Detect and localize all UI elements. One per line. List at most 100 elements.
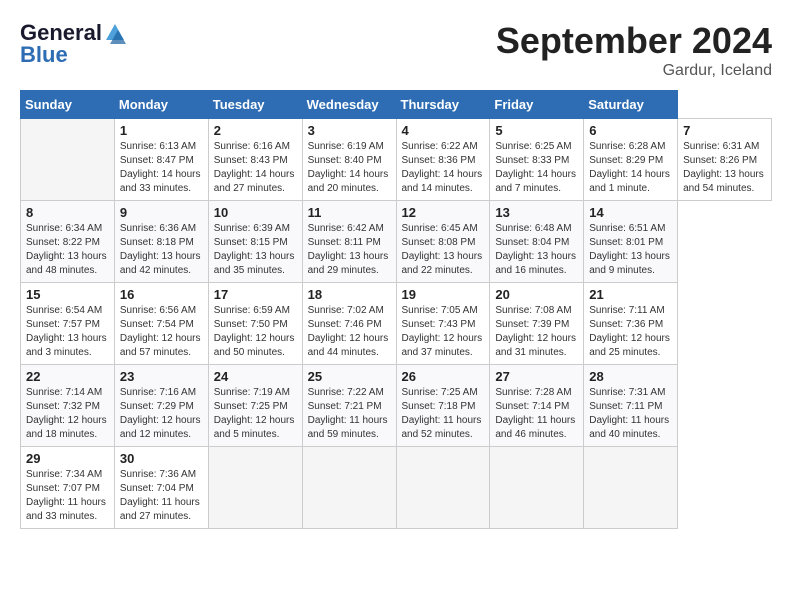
calendar-cell: 28 Sunrise: 7:31 AMSunset: 7:11 PMDaylig… [584,365,678,447]
day-info: Sunrise: 6:16 AMSunset: 8:43 PMDaylight:… [214,141,295,194]
calendar-cell: 11 Sunrise: 6:42 AMSunset: 8:11 PMDaylig… [302,201,396,283]
calendar-cell: 21 Sunrise: 7:11 AMSunset: 7:36 PMDaylig… [584,283,678,365]
day-number: 13 [495,205,578,220]
day-info: Sunrise: 7:05 AMSunset: 7:43 PMDaylight:… [402,305,483,358]
calendar-cell: 26 Sunrise: 7:25 AMSunset: 7:18 PMDaylig… [396,365,490,447]
day-info: Sunrise: 7:08 AMSunset: 7:39 PMDaylight:… [495,305,576,358]
calendar-cell: 8 Sunrise: 6:34 AMSunset: 8:22 PMDayligh… [21,201,115,283]
day-number: 17 [214,287,297,302]
calendar-cell [302,447,396,529]
day-number: 9 [120,205,203,220]
calendar-cell: 12 Sunrise: 6:45 AMSunset: 8:08 PMDaylig… [396,201,490,283]
calendar-cell: 2 Sunrise: 6:16 AMSunset: 8:43 PMDayligh… [208,119,302,201]
day-info: Sunrise: 6:34 AMSunset: 8:22 PMDaylight:… [26,223,107,276]
calendar-cell: 22 Sunrise: 7:14 AMSunset: 7:32 PMDaylig… [21,365,115,447]
day-number: 25 [308,369,391,384]
calendar-cell: 10 Sunrise: 6:39 AMSunset: 8:15 PMDaylig… [208,201,302,283]
calendar-cell: 23 Sunrise: 7:16 AMSunset: 7:29 PMDaylig… [114,365,208,447]
calendar-cell [21,119,115,201]
calendar-cell: 1 Sunrise: 6:13 AMSunset: 8:47 PMDayligh… [114,119,208,201]
day-info: Sunrise: 7:19 AMSunset: 7:25 PMDaylight:… [214,387,295,440]
day-number: 10 [214,205,297,220]
day-number: 21 [589,287,672,302]
day-info: Sunrise: 6:56 AMSunset: 7:54 PMDaylight:… [120,305,201,358]
day-info: Sunrise: 6:59 AMSunset: 7:50 PMDaylight:… [214,305,295,358]
day-info: Sunrise: 7:11 AMSunset: 7:36 PMDaylight:… [589,305,670,358]
day-info: Sunrise: 6:42 AMSunset: 8:11 PMDaylight:… [308,223,389,276]
day-number: 19 [402,287,485,302]
day-number: 11 [308,205,391,220]
day-number: 2 [214,123,297,138]
calendar-week-1: 1 Sunrise: 6:13 AMSunset: 8:47 PMDayligh… [21,119,772,201]
day-info: Sunrise: 6:28 AMSunset: 8:29 PMDaylight:… [589,141,670,194]
col-header-sunday: Sunday [21,91,115,119]
calendar-cell: 4 Sunrise: 6:22 AMSunset: 8:36 PMDayligh… [396,119,490,201]
location: Gardur, Iceland [496,62,772,80]
calendar-cell [490,447,584,529]
col-header-wednesday: Wednesday [302,91,396,119]
day-number: 6 [589,123,672,138]
col-header-thursday: Thursday [396,91,490,119]
day-number: 4 [402,123,485,138]
calendar-week-2: 8 Sunrise: 6:34 AMSunset: 8:22 PMDayligh… [21,201,772,283]
calendar-cell: 5 Sunrise: 6:25 AMSunset: 8:33 PMDayligh… [490,119,584,201]
calendar-cell: 25 Sunrise: 7:22 AMSunset: 7:21 PMDaylig… [302,365,396,447]
col-header-friday: Friday [490,91,584,119]
day-info: Sunrise: 6:25 AMSunset: 8:33 PMDaylight:… [495,141,576,194]
calendar-cell: 13 Sunrise: 6:48 AMSunset: 8:04 PMDaylig… [490,201,584,283]
calendar-cell: 14 Sunrise: 6:51 AMSunset: 8:01 PMDaylig… [584,201,678,283]
day-info: Sunrise: 6:39 AMSunset: 8:15 PMDaylight:… [214,223,295,276]
day-info: Sunrise: 6:54 AMSunset: 7:57 PMDaylight:… [26,305,107,358]
title-block: September 2024 Gardur, Iceland [496,20,772,80]
calendar-cell: 3 Sunrise: 6:19 AMSunset: 8:40 PMDayligh… [302,119,396,201]
month-title: September 2024 [496,20,772,62]
calendar-week-5: 29 Sunrise: 7:34 AMSunset: 7:07 PMDaylig… [21,447,772,529]
calendar-cell: 29 Sunrise: 7:34 AMSunset: 7:07 PMDaylig… [21,447,115,529]
page-header: General Blue September 2024 Gardur, Icel… [20,20,772,80]
day-number: 7 [683,123,766,138]
day-info: Sunrise: 7:16 AMSunset: 7:29 PMDaylight:… [120,387,201,440]
day-info: Sunrise: 6:13 AMSunset: 8:47 PMDaylight:… [120,141,201,194]
calendar-cell: 15 Sunrise: 6:54 AMSunset: 7:57 PMDaylig… [21,283,115,365]
day-number: 20 [495,287,578,302]
calendar-cell: 27 Sunrise: 7:28 AMSunset: 7:14 PMDaylig… [490,365,584,447]
calendar-cell [584,447,678,529]
day-info: Sunrise: 6:36 AMSunset: 8:18 PMDaylight:… [120,223,201,276]
calendar-cell [396,447,490,529]
day-info: Sunrise: 7:02 AMSunset: 7:46 PMDaylight:… [308,305,389,358]
day-number: 24 [214,369,297,384]
col-header-monday: Monday [114,91,208,119]
day-number: 3 [308,123,391,138]
calendar-week-4: 22 Sunrise: 7:14 AMSunset: 7:32 PMDaylig… [21,365,772,447]
calendar-cell: 19 Sunrise: 7:05 AMSunset: 7:43 PMDaylig… [396,283,490,365]
day-number: 29 [26,451,109,466]
day-number: 15 [26,287,109,302]
day-info: Sunrise: 6:19 AMSunset: 8:40 PMDaylight:… [308,141,389,194]
day-info: Sunrise: 6:45 AMSunset: 8:08 PMDaylight:… [402,223,483,276]
calendar-cell: 24 Sunrise: 7:19 AMSunset: 7:25 PMDaylig… [208,365,302,447]
day-number: 18 [308,287,391,302]
calendar-cell: 16 Sunrise: 6:56 AMSunset: 7:54 PMDaylig… [114,283,208,365]
day-number: 5 [495,123,578,138]
header-row: SundayMondayTuesdayWednesdayThursdayFrid… [21,91,772,119]
day-number: 14 [589,205,672,220]
calendar-cell: 6 Sunrise: 6:28 AMSunset: 8:29 PMDayligh… [584,119,678,201]
calendar-cell: 20 Sunrise: 7:08 AMSunset: 7:39 PMDaylig… [490,283,584,365]
day-info: Sunrise: 7:22 AMSunset: 7:21 PMDaylight:… [308,387,388,440]
logo-icon [104,22,126,44]
logo: General Blue [20,20,126,68]
day-info: Sunrise: 7:34 AMSunset: 7:07 PMDaylight:… [26,469,106,522]
calendar-cell: 30 Sunrise: 7:36 AMSunset: 7:04 PMDaylig… [114,447,208,529]
day-info: Sunrise: 7:28 AMSunset: 7:14 PMDaylight:… [495,387,575,440]
calendar-cell: 7 Sunrise: 6:31 AMSunset: 8:26 PMDayligh… [678,119,772,201]
day-number: 8 [26,205,109,220]
day-number: 22 [26,369,109,384]
day-info: Sunrise: 6:51 AMSunset: 8:01 PMDaylight:… [589,223,670,276]
calendar-cell: 18 Sunrise: 7:02 AMSunset: 7:46 PMDaylig… [302,283,396,365]
col-header-saturday: Saturday [584,91,678,119]
calendar-week-3: 15 Sunrise: 6:54 AMSunset: 7:57 PMDaylig… [21,283,772,365]
day-number: 12 [402,205,485,220]
day-number: 30 [120,451,203,466]
col-header-tuesday: Tuesday [208,91,302,119]
day-number: 26 [402,369,485,384]
